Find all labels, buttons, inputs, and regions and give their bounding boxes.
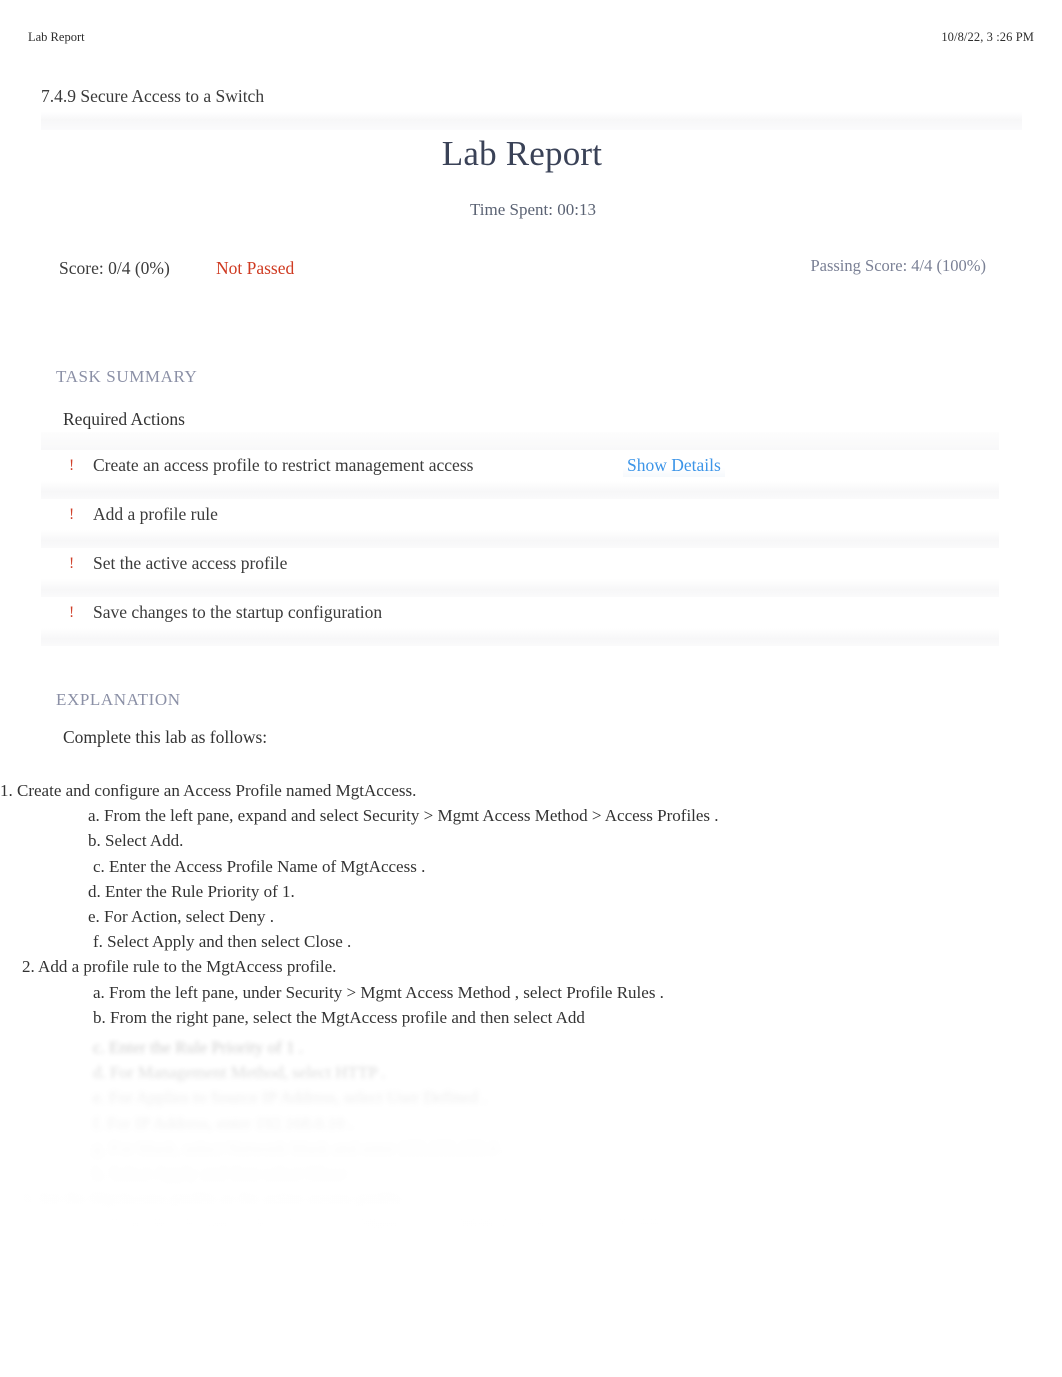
- faded-step-line: g. For Mask, select Network Mask and ent…: [93, 1138, 507, 1158]
- score-value: Score: 0/4 (0%): [59, 258, 170, 278]
- page-title: Lab Report: [441, 134, 603, 173]
- required-actions-list: ! Create an access profile to restrict m…: [41, 432, 999, 646]
- header-band: [41, 112, 1022, 130]
- task-row: ! Save changes to the startup configurat…: [41, 597, 999, 628]
- faded-step-line: d. For Management Method, select HTTP .: [93, 1063, 386, 1083]
- faded-step-line: c. Enter the Rule Priority of 1 .: [93, 1038, 304, 1057]
- alert-icon: !: [69, 603, 75, 621]
- step-line: b. From the right pane, select the MgtAc…: [93, 1007, 585, 1027]
- step-line: b. Select Add.: [88, 831, 184, 851]
- print-header: Lab Report 10/8/22, 3 :26 PM: [0, 27, 1062, 47]
- step-line: 1. Create and configure an Access Profil…: [0, 781, 417, 800]
- required-actions-heading: Required Actions: [63, 409, 185, 429]
- task-row: ! Set the active access profile: [41, 548, 999, 579]
- faded-step-line: a. From the left pane, select Security >…: [93, 1214, 680, 1234]
- faded-explanation-tail: c. Enter the Rule Priority of 1 . d. For…: [0, 1035, 1062, 1237]
- list-bottom-spacer: [41, 628, 999, 646]
- faded-step-line: 3. Set the MgtAccess profile as the acti…: [22, 1189, 406, 1209]
- step-line: a. From the left pane, expand and select…: [88, 806, 719, 826]
- step-line: c. Enter the Access Profile Name of MgtA…: [93, 856, 426, 876]
- step-line: 2. Add a profile rule to the MgtAccess p…: [22, 957, 337, 977]
- task-row: ! Add a profile rule: [41, 499, 999, 530]
- alert-icon: !: [69, 505, 75, 523]
- print-header-title: Lab Report: [28, 29, 85, 44]
- alert-icon: !: [69, 456, 75, 474]
- step-line: e. For Action, select Deny .: [88, 907, 275, 927]
- task-label: Save changes to the startup configuratio…: [93, 602, 383, 622]
- task-label: Set the active access profile: [93, 553, 288, 573]
- faded-step-line: f. For IP Address, enter 192.168.0.10 .: [93, 1113, 354, 1133]
- faded-step-line: e. For Applies to Source IP Address, sel…: [93, 1088, 487, 1108]
- row-divider: [41, 481, 999, 499]
- step-line: d. Enter the Rule Priority of 1.: [88, 881, 295, 901]
- task-label: Add a profile rule: [93, 504, 218, 524]
- show-details-link[interactable]: Show Details: [623, 454, 725, 477]
- faded-step-line: h. Select Apply and then select Close .: [93, 1164, 355, 1184]
- print-header-timestamp: 10/8/22, 3 :26 PM: [941, 29, 1034, 44]
- step-line: a. From the left pane, under Security > …: [93, 982, 664, 1002]
- breadcrumb: 7.4.9 Secure Access to a Switch: [41, 86, 265, 106]
- passing-score: Passing Score: 4/4 (100%): [810, 256, 986, 275]
- explanation-heading: EXPLANATION: [56, 690, 181, 709]
- status-badge: Not Passed: [216, 258, 295, 278]
- explanation-intro: Complete this lab as follows:: [63, 727, 268, 747]
- score-row: Score: 0/4 (0%) Not Passed Passing Score…: [0, 256, 1062, 286]
- list-top-spacer: [41, 432, 999, 450]
- row-divider: [41, 530, 999, 548]
- explanation-steps: 1. Create and configure an Access Profil…: [0, 778, 1062, 1030]
- task-summary-heading: TASK SUMMARY: [56, 367, 198, 386]
- row-divider: [41, 579, 999, 597]
- task-label: Create an access profile to restrict man…: [93, 455, 474, 475]
- task-row: ! Create an access profile to restrict m…: [41, 450, 999, 481]
- alert-icon: !: [69, 554, 75, 572]
- step-line: f. Select Apply and then select Close .: [93, 932, 352, 952]
- time-spent: Time Spent: 00:13: [470, 200, 596, 219]
